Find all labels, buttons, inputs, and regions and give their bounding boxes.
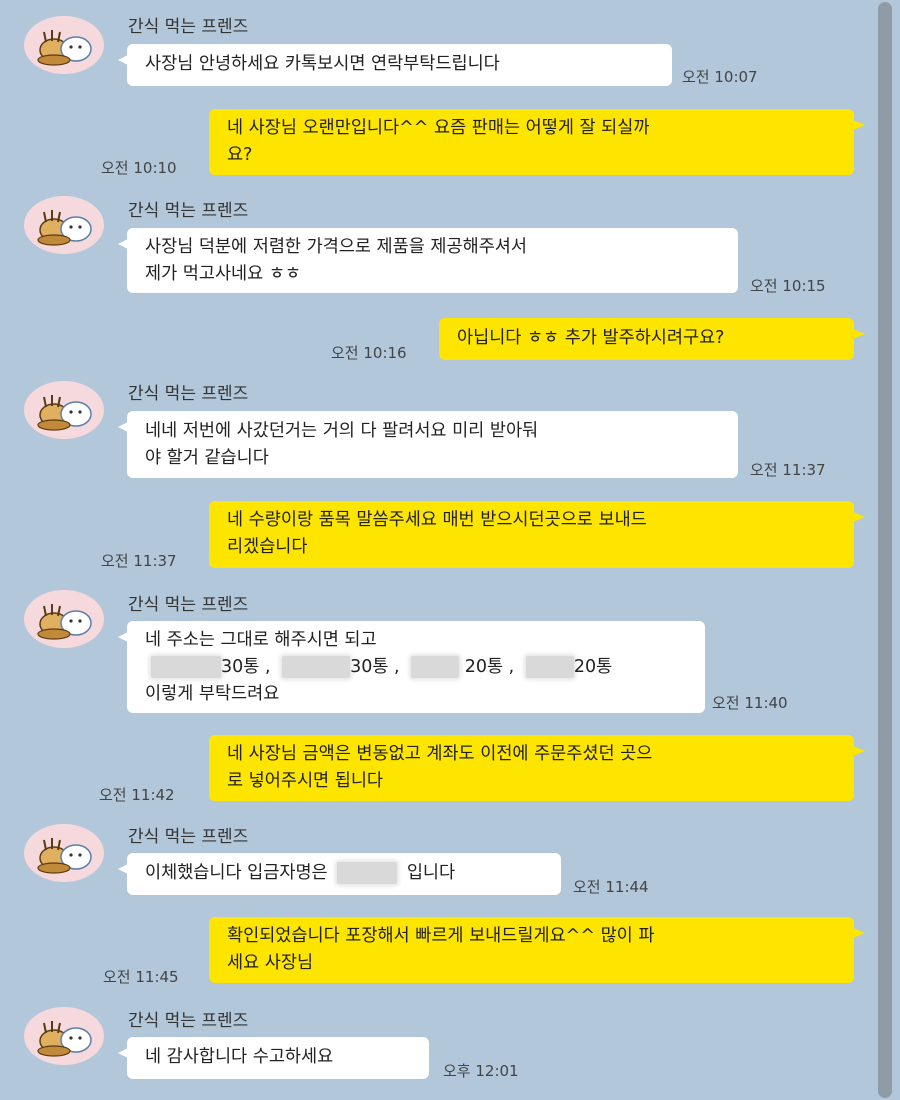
message-time: 오전 11:45 [103, 968, 179, 986]
order-quantity: 30통 [350, 657, 389, 677]
sender-name: 간식 먹는 프렌즈 [128, 595, 249, 615]
rabbit-and-bear-snack-icon [37, 210, 92, 246]
incoming-message[interactable]: 네 감사합니다 수고하세요 [118, 1037, 429, 1079]
message-time: 오전 11:42 [99, 786, 175, 804]
rabbit-and-bear-snack-icon [37, 604, 92, 640]
outgoing-message[interactable]: 네 사장님 오랜만입니다^^ 요즘 판매는 어떻게 잘 되실까 요? [209, 109, 865, 175]
message-line: 네 수량이랑 품목 말씀주세요 매번 받으시던곳으로 보내드 [227, 510, 647, 530]
redacted-item [525, 656, 574, 678]
sender-name: 간식 먹는 프렌즈 [128, 384, 249, 404]
rabbit-and-bear-snack-icon [37, 30, 92, 66]
message-line: 로 넣어주시면 됩니다 [227, 771, 384, 791]
message-line: 네 사장님 금액은 변동없고 계좌도 이전에 주문주셨던 곳으 [227, 744, 653, 764]
message-time: 오전 10:10 [101, 159, 177, 177]
message-line: 이렇게 부탁드려요 [145, 684, 280, 704]
message-time: 오전 11:37 [750, 461, 826, 479]
redacted-depositor-name [337, 862, 398, 884]
profile-avatar[interactable] [24, 16, 104, 74]
rabbit-and-bear-snack-icon [37, 395, 92, 431]
message-time: 오전 11:40 [712, 694, 788, 712]
outgoing-message[interactable]: 아닙니다 ㅎㅎ 추가 발주하시려구요? [439, 318, 865, 360]
message-line: 확인되었습니다 포장해서 빠르게 보내드릴게요^^ 많이 파 [227, 926, 655, 946]
message-line: 네 주소는 그대로 해주시면 되고 [145, 630, 377, 650]
incoming-message[interactable]: 네네 저번에 사갔던거는 거의 다 팔려서요 미리 받아둬 야 할거 같습니다 [118, 411, 738, 478]
message-line: 사장님 덕분에 저렴한 가격으로 제품을 제공해주셔서 [145, 237, 528, 257]
message-line: 요? [227, 145, 253, 165]
incoming-message[interactable]: 이체했습니다 입금자명은 입니다 [118, 853, 561, 895]
redacted-item [282, 656, 351, 678]
order-line: 30통 , 30통 , 20통 , 20통 [145, 654, 705, 681]
rabbit-and-bear-snack-icon [37, 1021, 92, 1057]
message-time: 오후 12:01 [443, 1062, 519, 1080]
order-quantity: 20통 [464, 657, 504, 677]
message-line: 사장님 안녕하세요 카톡보시면 연락부탁드립니다 [145, 54, 500, 74]
message-line: 아닙니다 ㅎㅎ 추가 발주하시려구요? [457, 328, 725, 348]
incoming-message[interactable]: 네 주소는 그대로 해주시면 되고 30통 , 30통 , 20통 , 20통 … [118, 621, 705, 713]
profile-avatar[interactable] [24, 590, 104, 648]
message-line: 네 감사합니다 수고하세요 [145, 1047, 334, 1067]
sender-name: 간식 먹는 프렌즈 [128, 201, 249, 221]
message-line: 제가 먹고사네요 ㅎㅎ [145, 264, 302, 284]
message-line: 이체했습니다 입금자명은 입니다 [145, 860, 561, 887]
sender-name: 간식 먹는 프렌즈 [128, 827, 249, 847]
incoming-message[interactable]: 사장님 안녕하세요 카톡보시면 연락부탁드립니다 [118, 44, 672, 86]
incoming-message[interactable]: 사장님 덕분에 저렴한 가격으로 제품을 제공해주셔서 제가 먹고사네요 ㅎㅎ [118, 228, 738, 293]
chat-room: 간식 먹는 프렌즈 사장님 안녕하세요 카톡보시면 연락부탁드립니다 오전 10… [0, 0, 900, 1100]
message-time: 오전 11:37 [101, 552, 177, 570]
message-time: 오전 11:44 [573, 878, 649, 896]
message-line: 네 사장님 오랜만입니다^^ 요즘 판매는 어떻게 잘 되실까 [227, 118, 650, 138]
message-line: 리겠습니다 [227, 537, 308, 557]
profile-avatar[interactable] [24, 824, 104, 882]
outgoing-message[interactable]: 네 사장님 금액은 변동없고 계좌도 이전에 주문주셨던 곳으 로 넣어주시면 … [209, 735, 865, 801]
message-text: 이체했습니다 입금자명은 [145, 863, 328, 883]
message-line: 세요 사장님 [227, 953, 314, 973]
sender-name: 간식 먹는 프렌즈 [128, 1011, 249, 1031]
profile-avatar[interactable] [24, 381, 104, 439]
message-line: 야 할거 같습니다 [145, 448, 269, 468]
message-time: 오전 10:07 [682, 68, 758, 86]
rabbit-and-bear-snack-icon [37, 838, 92, 874]
profile-avatar[interactable] [24, 1007, 104, 1065]
order-quantity: 20통 [573, 657, 613, 677]
outgoing-message[interactable]: 네 수량이랑 품목 말씀주세요 매번 받으시던곳으로 보내드 리겠습니다 [209, 501, 865, 568]
message-time: 오전 10:16 [331, 344, 407, 362]
outgoing-message[interactable]: 확인되었습니다 포장해서 빠르게 보내드릴게요^^ 많이 파 세요 사장님 [209, 917, 865, 983]
sender-name: 간식 먹는 프렌즈 [128, 17, 249, 37]
message-line: 네네 저번에 사갔던거는 거의 다 팔려서요 미리 받아둬 [145, 421, 539, 441]
scrollbar[interactable] [878, 2, 892, 1098]
profile-avatar[interactable] [24, 196, 104, 254]
redacted-item [411, 656, 460, 678]
redacted-item [151, 656, 221, 678]
message-text: 입니다 [406, 863, 456, 883]
message-time: 오전 10:15 [750, 277, 826, 295]
order-quantity: 30통 [221, 657, 260, 677]
